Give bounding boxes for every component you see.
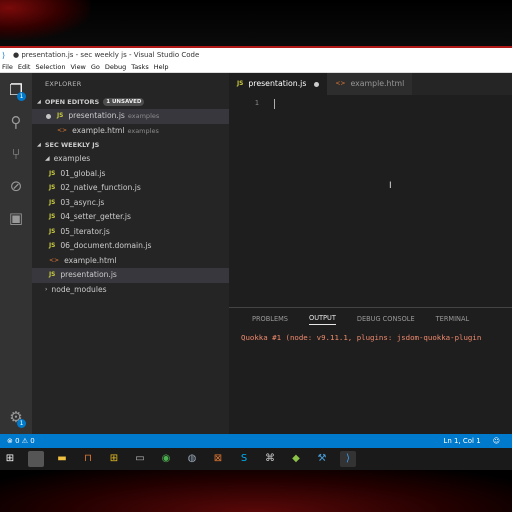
settings-badge: 1 bbox=[17, 419, 26, 428]
start-windows-icon[interactable]: ⊞ bbox=[2, 451, 18, 467]
html-file-icon: <> bbox=[57, 126, 68, 134]
menu-go[interactable]: Go bbox=[91, 63, 100, 71]
smiley-feedback-icon[interactable]: ☺ bbox=[493, 437, 500, 445]
tab-presentation-js[interactable]: JS presentation.js bbox=[229, 73, 328, 95]
js-file-icon: JS bbox=[49, 199, 56, 206]
tab-terminal[interactable]: TERMINAL bbox=[436, 315, 470, 323]
open-editor-item[interactable]: <> example.html examples bbox=[32, 124, 229, 139]
expanded-triangle-icon: ◢ bbox=[37, 142, 41, 148]
tab-problems[interactable]: PROBLEMS bbox=[252, 315, 288, 323]
unsaved-dot-icon bbox=[46, 113, 51, 119]
file-item[interactable]: <> example.html bbox=[32, 254, 229, 269]
debug-icon[interactable]: ⊘ bbox=[7, 177, 25, 195]
window-title: ● presentation.js - sec weekly js - Visu… bbox=[13, 51, 200, 59]
menu-edit[interactable]: Edit bbox=[18, 63, 31, 71]
source-control-icon[interactable]: ⑂ bbox=[7, 145, 25, 163]
expanded-triangle-icon: ◢ bbox=[37, 99, 41, 105]
warning-icon[interactable]: ⚠ bbox=[20, 437, 31, 445]
line-number: 1 bbox=[254, 99, 259, 107]
background-glow-bottom bbox=[0, 470, 512, 512]
open-editors-header[interactable]: ◢ OPEN EDITORS 1 UNSAVED bbox=[32, 95, 229, 109]
status-bar: ⊗ 0 ⚠ 0 Ln 1, Col 1 ☺ bbox=[0, 434, 512, 448]
file-item[interactable]: JS 05_iterator.js bbox=[32, 225, 229, 240]
background-glow-top bbox=[0, 0, 90, 40]
file-explorer-icon[interactable]: ▬ bbox=[54, 451, 70, 467]
vpn-lock-icon[interactable]: ◍ bbox=[184, 451, 200, 467]
chevron-down-icon: ◢ bbox=[45, 155, 50, 162]
html-file-icon: <> bbox=[49, 256, 60, 264]
folder-examples[interactable]: ◢ examples bbox=[32, 152, 229, 167]
js-file-icon: JS bbox=[49, 272, 56, 278]
title-bar: ⟩ ● presentation.js - sec weekly js - Vi… bbox=[0, 48, 512, 62]
file-item[interactable]: JS 03_async.js bbox=[32, 196, 229, 211]
editor-area: JS presentation.js <> example.html 1 I P… bbox=[229, 73, 512, 434]
app-diamond-icon[interactable]: ◆ bbox=[288, 451, 304, 467]
vscode-logo-icon: ⟩ bbox=[2, 50, 6, 60]
unsaved-dot-icon[interactable] bbox=[314, 81, 320, 87]
menu-selection[interactable]: Selection bbox=[35, 63, 65, 71]
menu-bar: File Edit Selection View Go Debug Tasks … bbox=[0, 62, 512, 73]
js-file-icon: JS bbox=[49, 214, 56, 220]
app-window-icon[interactable]: ▭ bbox=[132, 451, 148, 467]
menu-debug[interactable]: Debug bbox=[105, 63, 126, 71]
file-item-selected[interactable]: JS presentation.js bbox=[32, 268, 229, 283]
bottom-panel: PROBLEMS OUTPUT DEBUG CONSOLE TERMINAL Q… bbox=[229, 307, 512, 434]
js-file-icon: JS bbox=[57, 113, 64, 119]
xampp-icon[interactable]: ⊠ bbox=[210, 451, 226, 467]
explorer-badge: 1 bbox=[17, 92, 26, 101]
app-n-icon[interactable]: ⊓ bbox=[80, 451, 96, 467]
skype-icon[interactable]: S bbox=[236, 451, 252, 467]
search-icon[interactable]: ⚲ bbox=[7, 113, 25, 131]
open-editor-item[interactable]: JS presentation.js examples bbox=[32, 109, 229, 124]
explorer-sidebar: EXPLORER ◢ OPEN EDITORS 1 UNSAVED JS pre… bbox=[32, 73, 229, 434]
file-item[interactable]: JS 04_setter_getter.js bbox=[32, 210, 229, 225]
menu-file[interactable]: File bbox=[2, 63, 13, 71]
vscode-window: ⟩ ● presentation.js - sec weekly js - Vi… bbox=[0, 48, 512, 448]
text-cursor bbox=[274, 99, 275, 109]
workspace-header[interactable]: ◢ SEC WEEKLY JS bbox=[32, 138, 229, 152]
js-file-icon: JS bbox=[49, 170, 56, 177]
menu-tasks[interactable]: Tasks bbox=[131, 63, 148, 71]
folder-node-modules[interactable]: › node_modules bbox=[32, 283, 229, 298]
editor-tabs: JS presentation.js <> example.html bbox=[229, 73, 512, 95]
activity-bar: ❐ 1 ⚲ ⑂ ⊘ ▣ ⚙ 1 bbox=[0, 73, 32, 434]
file-item[interactable]: JS 01_global.js bbox=[32, 167, 229, 182]
tab-output[interactable]: OUTPUT bbox=[309, 314, 336, 325]
panel-tabs: PROBLEMS OUTPUT DEBUG CONSOLE TERMINAL bbox=[229, 308, 512, 330]
explorer-title: EXPLORER bbox=[45, 80, 82, 88]
file-item[interactable]: JS 06_document.domain.js bbox=[32, 239, 229, 254]
app-grid-icon[interactable]: ⊞ bbox=[106, 451, 122, 467]
menu-help[interactable]: Help bbox=[154, 63, 169, 71]
js-file-icon: JS bbox=[49, 185, 56, 191]
app-tools-icon[interactable]: ⚒ bbox=[314, 451, 330, 467]
js-file-icon: JS bbox=[49, 228, 56, 235]
output-text: Quokka #1 (node: v9.11.1, plugins: jsdom… bbox=[241, 333, 482, 342]
windows-taskbar: ⊞ ▬ ⊓ ⊞ ▭ ◉ ◍ ⊠ S ⌘ ◆ ⚒ ⟩ bbox=[0, 448, 512, 470]
error-icon[interactable]: ⊗ bbox=[7, 437, 15, 445]
bird-app-icon[interactable]: ⌘ bbox=[262, 451, 278, 467]
unsaved-badge: 1 UNSAVED bbox=[103, 98, 145, 106]
tab-debug-console[interactable]: DEBUG CONSOLE bbox=[357, 315, 415, 323]
menu-view[interactable]: View bbox=[70, 63, 85, 71]
chrome-icon[interactable]: ◉ bbox=[158, 451, 174, 467]
mouse-ibeam-icon: I bbox=[389, 181, 392, 191]
screen: ⟩ ● presentation.js - sec weekly js - Vi… bbox=[0, 0, 512, 512]
tab-example-html[interactable]: <> example.html bbox=[327, 73, 413, 95]
html-file-icon: <> bbox=[335, 80, 346, 87]
cursor-position[interactable]: Ln 1, Col 1 bbox=[443, 437, 480, 445]
file-item[interactable]: JS 02_native_function.js bbox=[32, 181, 229, 196]
js-file-icon: JS bbox=[237, 81, 244, 87]
extensions-icon[interactable]: ▣ bbox=[7, 209, 25, 227]
chevron-right-icon: › bbox=[45, 285, 48, 293]
js-file-icon: JS bbox=[49, 243, 56, 249]
webcam-avatar bbox=[28, 451, 44, 467]
warning-count[interactable]: 0 bbox=[30, 437, 34, 445]
vscode-taskbar-icon[interactable]: ⟩ bbox=[340, 451, 356, 467]
